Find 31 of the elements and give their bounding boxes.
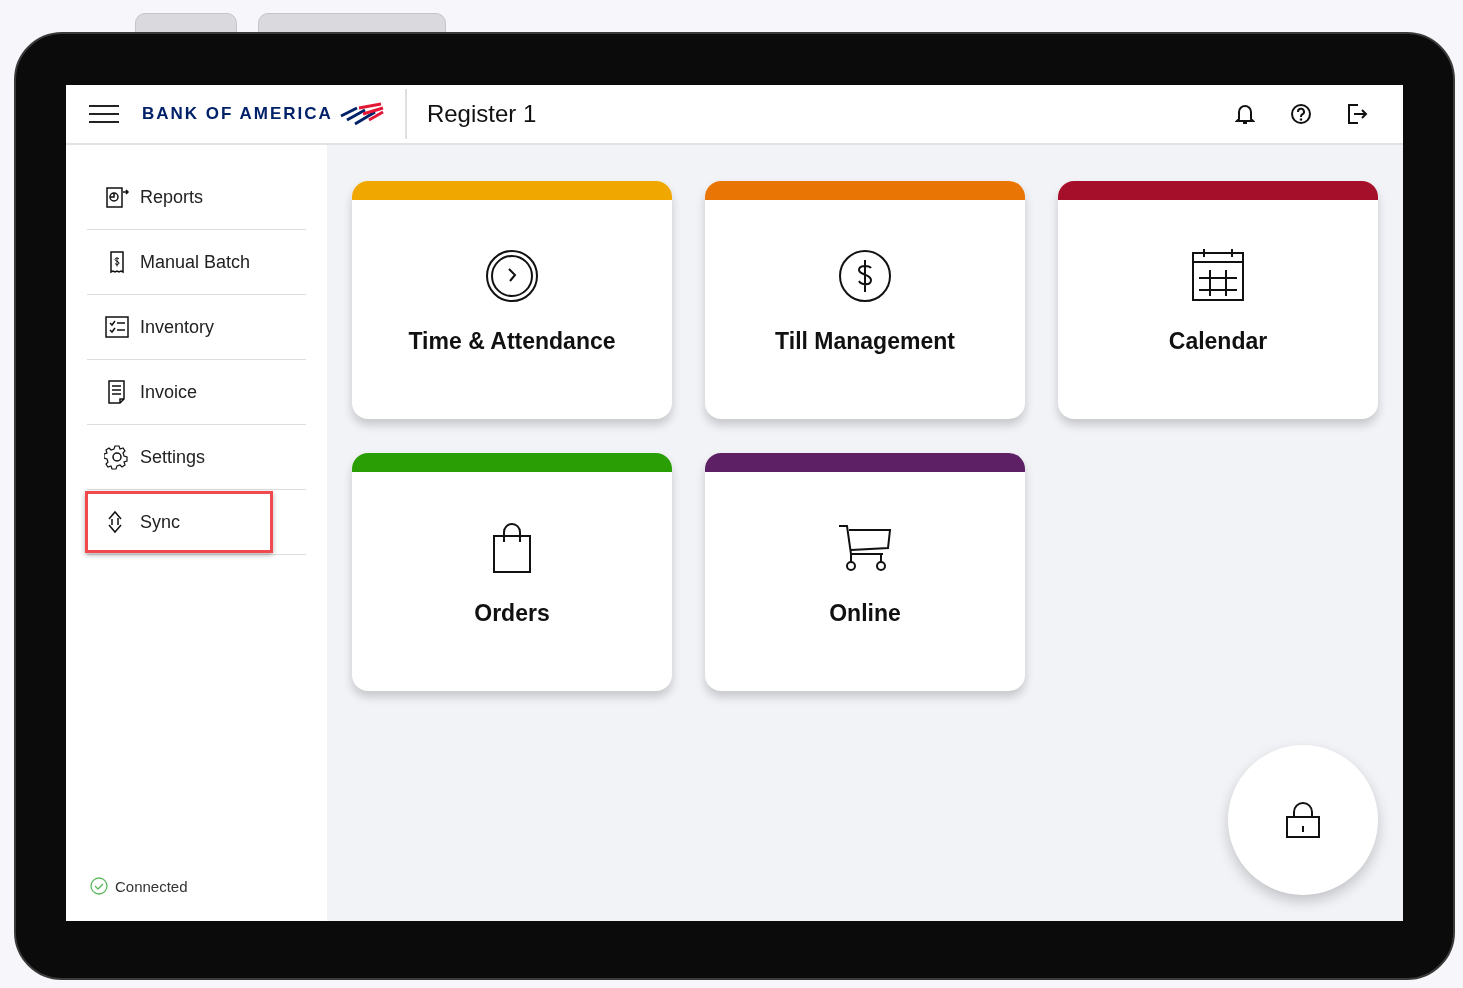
sidebar-item[interactable]: Sync <box>85 491 273 553</box>
calendar-icon <box>1190 248 1246 304</box>
sidebar-item[interactable]: Settings <box>85 426 225 488</box>
tile-label: Calendar <box>1168 328 1268 355</box>
tile-label: Till Management <box>775 328 955 355</box>
app-tile[interactable]: Till Management <box>705 181 1025 419</box>
checklist-icon <box>104 314 130 340</box>
brand-name: BANK OF AMERICA <box>142 104 333 124</box>
tile-label: Time & Attendance <box>408 328 616 355</box>
logout-icon[interactable] <box>1345 102 1369 126</box>
tile-label: Online <box>829 600 901 627</box>
connection-status: Connected <box>115 877 188 895</box>
flag-logo-icon <box>338 102 385 126</box>
dollar-coin-icon <box>837 248 893 304</box>
help-icon[interactable] <box>1289 102 1313 126</box>
settings-icon <box>104 444 130 470</box>
app-tile[interactable]: Calendar <box>1058 181 1378 419</box>
sidebar-item[interactable]: Reports <box>85 166 223 228</box>
sidebar-item[interactable]: Manual Batch <box>85 231 270 293</box>
menu-icon[interactable] <box>88 102 120 126</box>
page-title: Register 1 <box>426 100 537 128</box>
sidebar-item[interactable]: Inventory <box>85 296 234 358</box>
app-tile[interactable]: Time & Attendance <box>352 181 672 419</box>
tile-label: Orders <box>474 600 550 627</box>
app-tile[interactable]: Orders <box>352 453 672 691</box>
lock-icon <box>1285 801 1321 839</box>
app-tile[interactable]: Online <box>705 453 1025 691</box>
clock-icon <box>484 248 540 304</box>
sidebar-item[interactable]: Invoice <box>85 361 217 423</box>
report-icon <box>104 184 130 210</box>
notification-bell-icon[interactable] <box>1233 102 1257 126</box>
